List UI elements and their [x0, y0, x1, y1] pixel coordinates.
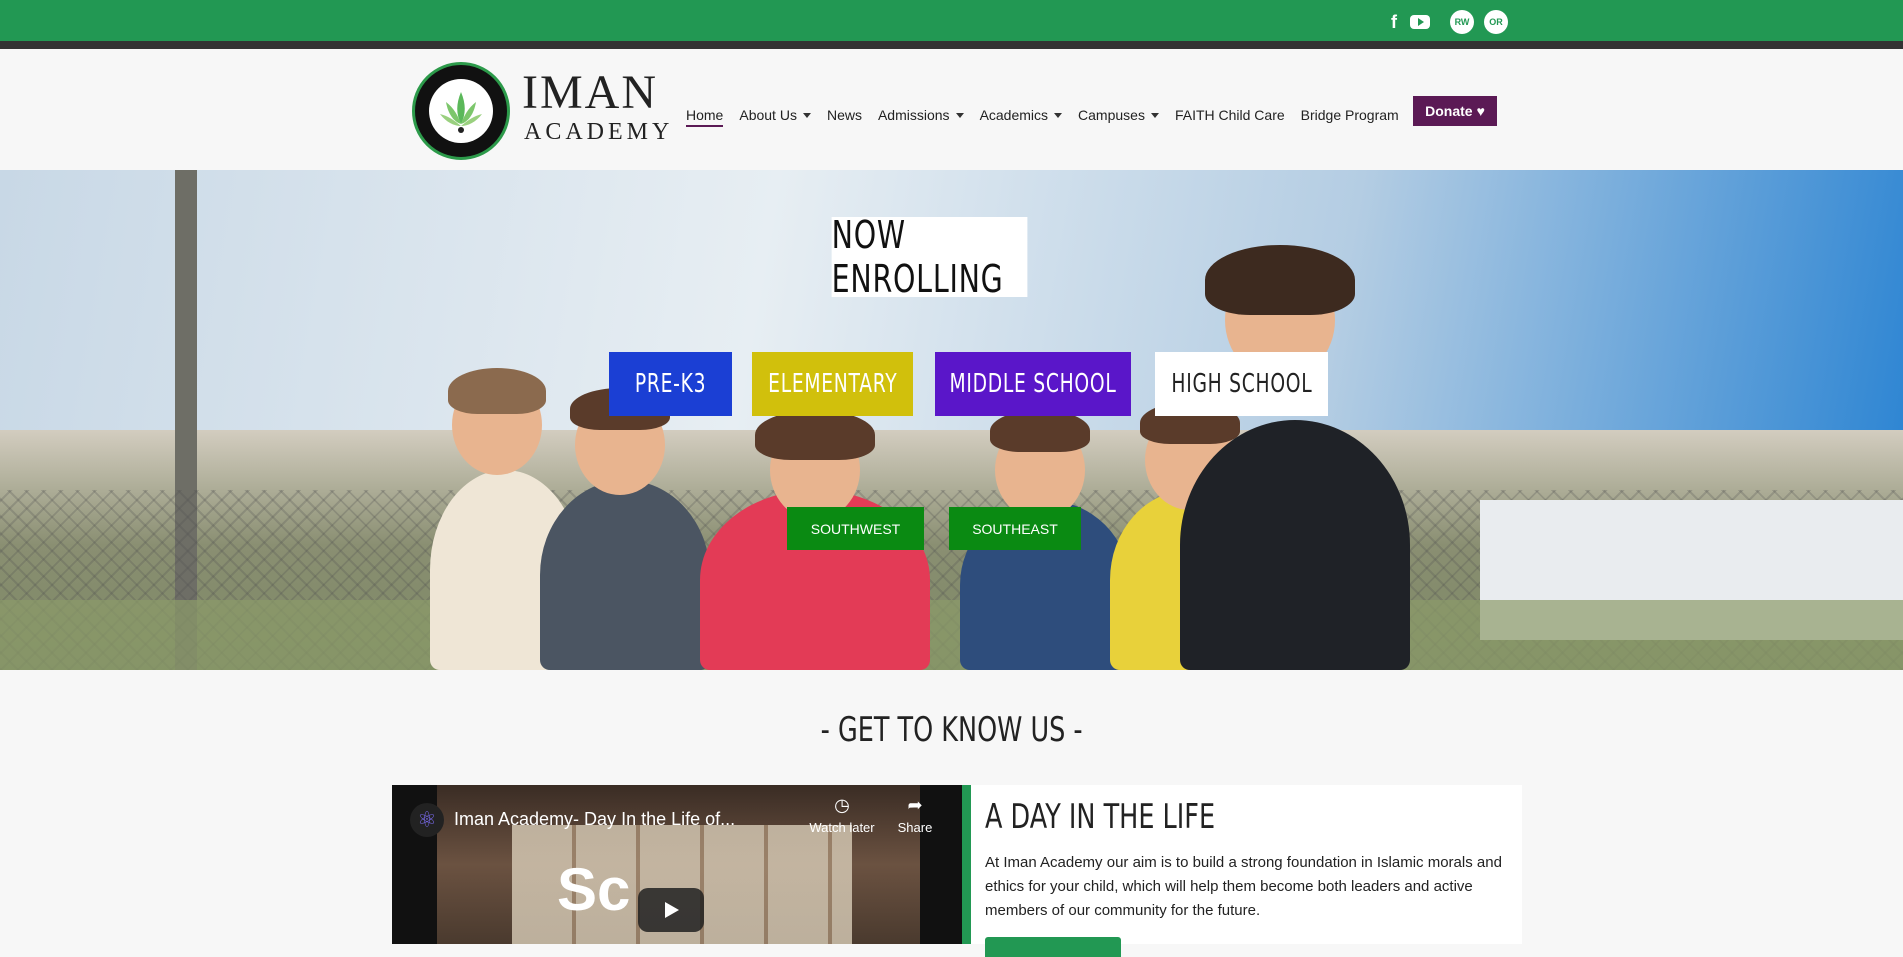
hero-child-hair [755, 410, 875, 460]
nav-home[interactable]: Home [686, 107, 724, 127]
hero-child-hair [1205, 245, 1355, 315]
rw-icon[interactable]: RW [1450, 10, 1474, 34]
section-title: - GET TO KNOW US - [820, 710, 1083, 750]
nav-about-us[interactable]: About Us [739, 107, 811, 123]
chevron-down-icon [802, 112, 811, 118]
facebook-icon[interactable]: f [1388, 11, 1400, 33]
donate-button[interactable]: Donate ♥ [1413, 96, 1497, 126]
logo-seal[interactable] [412, 62, 510, 160]
chevron-down-icon [1054, 112, 1063, 118]
share-icon: ➦ [907, 795, 923, 815]
lotus-icon [429, 79, 493, 143]
nav-faith-child-care[interactable]: FAITH Child Care [1175, 107, 1285, 123]
top-bar: f RW OR [0, 0, 1903, 41]
nav-bridge-program[interactable]: Bridge Program [1301, 107, 1399, 123]
hero-child-hair [990, 410, 1090, 452]
brand-subname: ACADEMY [524, 119, 674, 145]
nav-admissions[interactable]: Admissions [878, 107, 964, 123]
now-enrolling-banner: NOW ENROLLING [831, 213, 1028, 301]
main-nav: Home About Us News Admissions Academics … [686, 103, 1415, 127]
video-player[interactable]: ⚛ Iman Academy- Day In the Life of... ◷ … [392, 785, 962, 944]
youtube-icon[interactable] [1410, 15, 1430, 29]
watch-later-button[interactable]: ◷ Watch later [802, 795, 882, 835]
nav-academics[interactable]: Academics [980, 107, 1063, 123]
hero-child [1180, 420, 1410, 670]
nav-news[interactable]: News [827, 107, 862, 123]
learn-more-button[interactable] [985, 937, 1121, 957]
hero-child-hair [448, 368, 546, 414]
day-title: A DAY IN THE LIFE [985, 797, 1216, 837]
video-overlay-text: Sc [557, 856, 631, 923]
pre-k3-button[interactable]: PRE-K3 [609, 352, 732, 416]
hero-ground [0, 600, 1903, 670]
social-links: f RW OR [1388, 10, 1508, 34]
share-button[interactable]: ➦ Share [890, 795, 940, 835]
chevron-down-icon [955, 112, 964, 118]
video-title[interactable]: Iman Academy- Day In the Life of... [454, 809, 735, 830]
southeast-campus-button[interactable]: SOUTHEAST [949, 507, 1081, 550]
or-icon[interactable]: OR [1484, 10, 1508, 34]
chevron-down-icon [1150, 112, 1159, 118]
middle-school-button[interactable]: MIDDLE SCHOOL [935, 352, 1131, 416]
hero-child [540, 480, 710, 670]
channel-avatar[interactable]: ⚛ [410, 803, 444, 837]
nav-campuses[interactable]: Campuses [1078, 107, 1159, 123]
elementary-button[interactable]: ELEMENTARY [752, 352, 913, 416]
site-brand[interactable]: IMAN ACADEMY [522, 68, 673, 146]
high-school-button[interactable]: HIGH SCHOOL [1155, 352, 1328, 416]
day-in-life-panel: A DAY IN THE LIFE At Iman Academy our ai… [962, 785, 1522, 957]
top-bar-divider [0, 41, 1903, 49]
clock-icon: ◷ [834, 795, 850, 815]
heart-icon: ♥ [1476, 103, 1485, 119]
southwest-campus-button[interactable]: SOUTHWEST [787, 507, 924, 550]
play-button[interactable] [638, 888, 704, 932]
brand-name: IMAN [522, 66, 658, 119]
day-description: At Iman Academy our aim is to build a st… [985, 854, 1502, 919]
